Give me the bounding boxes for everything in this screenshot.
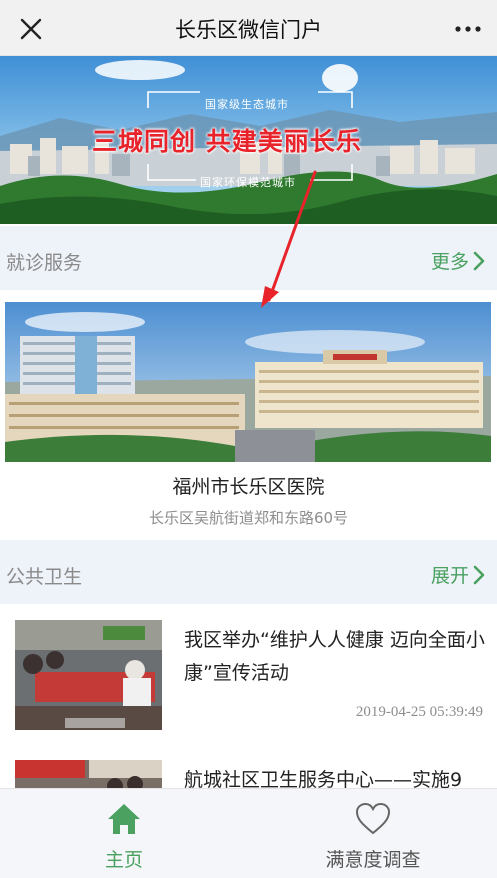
- public-health-expand-link[interactable]: 展开: [431, 561, 485, 588]
- news-title: 我区举办“维护人人健康 迈向全面小康”宣传活动: [184, 629, 485, 684]
- tab-home[interactable]: 主页: [0, 789, 248, 878]
- banner-tag-top: 国家级生态城市: [205, 98, 289, 111]
- news-item[interactable]: 航城社区卫生服务中心——实施9: [0, 748, 497, 870]
- tab-satisfaction-survey[interactable]: 满意度调查: [249, 789, 497, 878]
- heart-icon: [355, 802, 391, 835]
- public-health-header: 公共卫生 展开: [0, 540, 497, 604]
- hospital-name: 福州市长乐区医院: [172, 476, 325, 498]
- hospital-card[interactable]: 福州市长乐区医院 长乐区吴航街道郑和东路60号: [0, 290, 497, 540]
- news-thumbnail: [15, 620, 162, 730]
- tab-survey-label: 满意度调查: [325, 849, 421, 871]
- public-health-expand-label: 展开: [430, 565, 469, 587]
- clinic-more-link[interactable]: 更多: [431, 247, 485, 274]
- more-options-icon[interactable]: [451, 12, 485, 46]
- clinic-services-header: 就诊服务 更多: [0, 226, 497, 290]
- page-title: 长乐区微信门户: [175, 18, 322, 42]
- clinic-services-label: 就诊服务: [6, 252, 83, 274]
- banner-slogan: 三城同创 共建美丽长乐: [92, 127, 362, 156]
- hospital-address: 长乐区吴航街道郑和东路60号: [148, 509, 349, 527]
- news-item[interactable]: 我区举办“维护人人健康 迈向全面小康”宣传活动 2019-04-25 05:39…: [0, 604, 497, 740]
- tab-home-label: 主页: [104, 849, 143, 871]
- wechat-portal-page: 长乐区微信门户 国家级生态城市 三城同创 共建美丽长乐 国家环保模范城市 就诊服…: [0, 0, 497, 878]
- hospital-photo: [5, 302, 491, 462]
- red-arrow-annotation: [261, 170, 317, 308]
- public-health-label: 公共卫生: [6, 566, 83, 588]
- title-bar: 长乐区微信门户: [0, 0, 497, 56]
- chevron-right-icon: [473, 565, 485, 584]
- clinic-more-label: 更多: [430, 251, 469, 273]
- home-icon: [108, 804, 140, 834]
- city-banner[interactable]: 国家级生态城市 三城同创 共建美丽长乐 国家环保模范城市: [0, 56, 497, 224]
- news-time: 2019-04-25 05:39:49: [355, 704, 483, 720]
- bottom-tab-bar: 主页 满意度调查: [0, 788, 497, 878]
- chevron-right-icon: [473, 251, 485, 270]
